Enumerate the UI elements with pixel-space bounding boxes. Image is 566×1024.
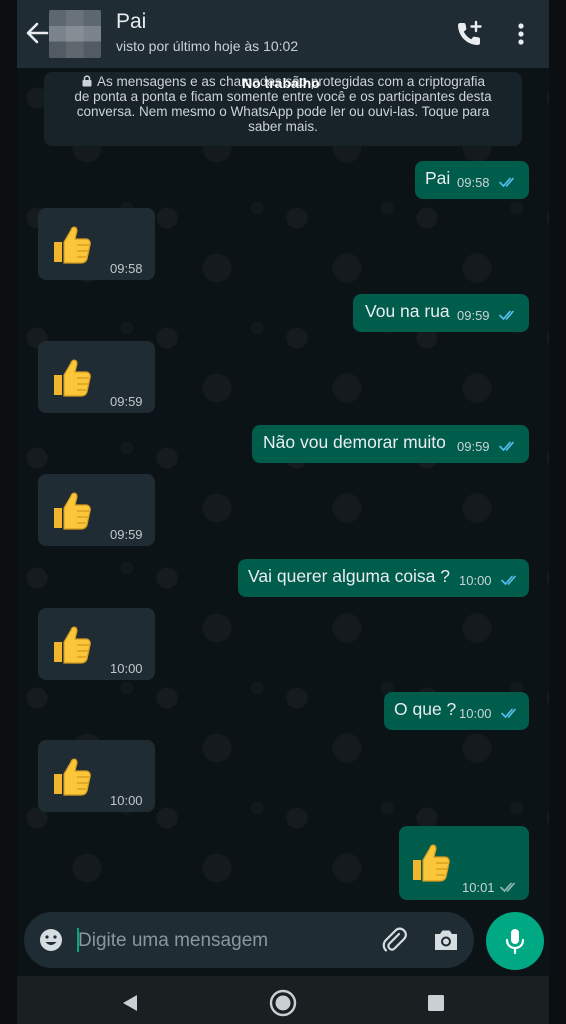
double-check-icon <box>499 310 514 321</box>
message-composer <box>24 912 474 968</box>
outgoing-message[interactable]: Vou na rua 09:59 <box>353 294 529 332</box>
chat-area[interactable]: As mensagens e as chamadas são protegida… <box>17 68 549 908</box>
thumbs-up-icon <box>413 844 450 882</box>
message-time: 09:59 <box>110 527 143 542</box>
message-time: 10:00 <box>459 573 492 588</box>
android-nav-bar <box>17 976 549 1024</box>
message-text: Vou na rua <box>365 301 450 321</box>
last-seen-status: visto por último hoje às 10:02 <box>116 38 299 54</box>
overlay-caption: No trabalho <box>242 75 320 91</box>
avatar[interactable] <box>49 10 101 58</box>
message-time: 10:00 <box>459 706 492 721</box>
thumbs-up-icon <box>54 626 91 664</box>
message-text: Vai querer alguma coisa ? <box>248 566 451 586</box>
incoming-message[interactable]: 10:00 <box>38 740 155 812</box>
nav-recent-icon[interactable] <box>427 994 445 1012</box>
chat-header: Pai visto por último hoje às 10:02 <box>17 0 549 68</box>
camera-icon[interactable] <box>432 926 460 954</box>
double-check-icon <box>499 177 514 188</box>
message-time: 10:00 <box>110 661 143 676</box>
message-input[interactable] <box>76 922 370 960</box>
add-call-icon[interactable] <box>455 20 483 48</box>
message-text: O que ? <box>394 699 457 719</box>
thumbs-up-icon <box>54 492 91 530</box>
nav-back-icon[interactable] <box>120 993 140 1013</box>
incoming-message[interactable]: 09:59 <box>38 474 155 546</box>
double-check-icon <box>501 708 516 719</box>
outgoing-message[interactable]: O que ? 10:00 <box>384 692 529 730</box>
notice-line-3: conversa. Nem mesmo o WhatsApp pode ler … <box>76 104 490 119</box>
thumbs-up-icon <box>54 226 91 264</box>
message-text: Não vou demorar muito <box>263 432 446 452</box>
outgoing-message[interactable]: Não vou demorar muito 09:59 <box>252 425 529 463</box>
notice-line-4: saber mais. <box>248 119 318 134</box>
back-arrow-icon[interactable] <box>23 18 51 48</box>
menu-dots-icon[interactable] <box>513 20 529 48</box>
contact-name[interactable]: Pai <box>116 10 146 34</box>
incoming-message[interactable]: 09:58 <box>38 208 155 280</box>
message-text: Pai <box>425 168 451 188</box>
outgoing-message[interactable]: Pai 09:58 <box>415 161 529 199</box>
message-time: 09:58 <box>110 261 143 276</box>
message-time: 10:01 <box>462 880 495 895</box>
message-time: 09:59 <box>457 308 490 323</box>
whatsapp-screen: Pai visto por último hoje às 10:02 As me… <box>17 0 549 1024</box>
message-time: 09:59 <box>110 394 143 409</box>
thumbs-up-icon <box>54 758 91 796</box>
double-check-icon <box>501 575 516 586</box>
outgoing-message[interactable]: Vai querer alguma coisa ? 10:00 <box>238 559 529 597</box>
notice-line-2: de ponta a ponta e ficam somente entre v… <box>74 89 492 104</box>
message-time: 09:58 <box>457 175 490 190</box>
attach-icon[interactable] <box>380 926 408 954</box>
outgoing-message[interactable]: 10:01 <box>399 826 529 900</box>
message-time: 10:00 <box>110 793 143 808</box>
nav-home-icon[interactable] <box>269 989 297 1017</box>
incoming-message[interactable]: 10:00 <box>38 608 155 680</box>
message-time: 09:59 <box>457 439 490 454</box>
emoji-icon[interactable] <box>38 927 64 953</box>
double-check-icon <box>500 882 515 893</box>
mic-icon <box>505 929 525 955</box>
thumbs-up-icon <box>54 359 91 397</box>
incoming-message[interactable]: 09:59 <box>38 341 155 413</box>
double-check-icon <box>499 441 514 452</box>
mic-button[interactable] <box>486 912 544 970</box>
lock-icon <box>82 75 92 87</box>
